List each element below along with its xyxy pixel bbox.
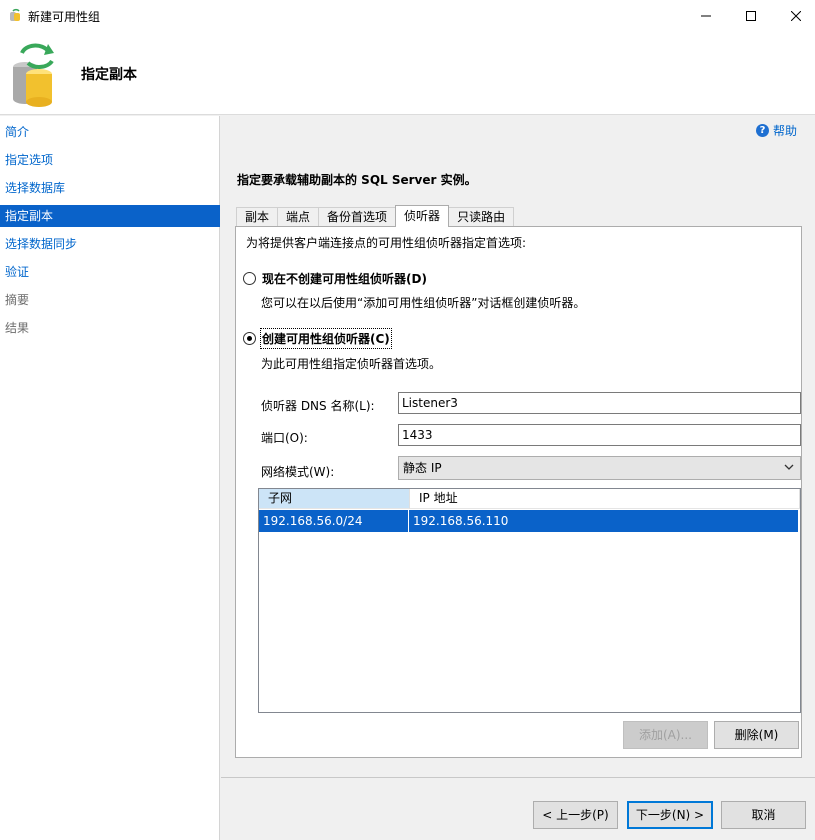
table-row[interactable]: 192.168.56.0/24 192.168.56.110 bbox=[259, 510, 798, 532]
cancel-button[interactable]: 取消 bbox=[721, 801, 806, 829]
previous-button[interactable]: < 上一步(P) bbox=[533, 801, 618, 829]
tab-endpoints[interactable]: 端点 bbox=[277, 207, 320, 227]
tab-readonly-routing[interactable]: 只读路由 bbox=[448, 207, 515, 227]
wizard-header: 指定副本 bbox=[0, 31, 815, 115]
wizard-nav: 简介 指定选项 选择数据库 指定副本 选择数据同步 验证 摘要 结果 bbox=[0, 116, 220, 840]
title-bar: 新建可用性组 bbox=[0, 0, 815, 31]
nav-item-validation[interactable]: 验证 bbox=[0, 261, 220, 283]
tab-backup-preferences[interactable]: 备份首选项 bbox=[318, 207, 397, 227]
maximize-icon bbox=[746, 10, 756, 21]
nav-item-summary: 摘要 bbox=[5, 293, 30, 307]
radio-button[interactable] bbox=[243, 332, 256, 345]
column-header-subnet[interactable]: 子网 bbox=[259, 489, 410, 509]
radio-create-listener-sub: 为此可用性组指定侦听器首选项。 bbox=[261, 357, 442, 371]
radio-no-listener-label: 现在不创建可用性组侦听器(D) bbox=[262, 272, 427, 286]
tab-strip: 副本 端点 备份首选项 侦听器 只读路由 bbox=[236, 205, 515, 227]
footer-divider bbox=[221, 777, 815, 778]
tab-replicas[interactable]: 副本 bbox=[236, 207, 279, 227]
minimize-button[interactable] bbox=[683, 0, 729, 31]
database-sync-icon bbox=[13, 43, 54, 107]
column-header-ip[interactable]: IP 地址 bbox=[410, 489, 800, 509]
app-icon bbox=[10, 8, 20, 21]
maximize-button[interactable] bbox=[728, 0, 774, 31]
nav-item-options[interactable]: 指定选项 bbox=[0, 149, 220, 171]
window-title: 新建可用性组 bbox=[28, 10, 101, 24]
listener-panel: 为将提供客户端连接点的可用性组侦听器指定首选项: 现在不创建可用性组侦听器(D)… bbox=[235, 226, 802, 758]
help-label: 帮助 bbox=[772, 124, 797, 138]
remove-button[interactable]: 删除(M) bbox=[714, 721, 799, 749]
listener-description: 为将提供客户端连接点的可用性组侦听器指定首选项: bbox=[246, 236, 527, 250]
nav-item-results: 结果 bbox=[5, 321, 30, 335]
instruction-text: 指定要承载辅助副本的 SQL Server 实例。 bbox=[237, 173, 477, 187]
radio-no-listener-sub: 您可以在以后使用“添加可用性组侦听器”对话框创建侦听器。 bbox=[261, 296, 586, 310]
radio-create-listener-label: 创建可用性组侦听器(C) bbox=[260, 328, 392, 349]
dns-name-label: 侦听器 DNS 名称(L): bbox=[261, 399, 375, 413]
next-button[interactable]: 下一步(N) > bbox=[627, 801, 713, 829]
dns-name-input[interactable] bbox=[398, 392, 801, 414]
port-label: 端口(O): bbox=[261, 431, 308, 445]
radio-no-listener[interactable]: 现在不创建可用性组侦听器(D) bbox=[243, 270, 427, 287]
add-button[interactable]: 添加(A)... bbox=[623, 721, 708, 749]
minimize-icon bbox=[701, 15, 711, 16]
cell-ip: 192.168.56.110 bbox=[413, 514, 509, 528]
grid-header: 子网 IP 地址 bbox=[259, 489, 800, 509]
network-mode-select[interactable]: 静态 IP bbox=[398, 456, 801, 480]
radio-button[interactable] bbox=[243, 272, 256, 285]
nav-item-replicas[interactable]: 指定副本 bbox=[0, 205, 220, 227]
nav-item-intro[interactable]: 简介 bbox=[0, 121, 220, 143]
nav-item-databases[interactable]: 选择数据库 bbox=[0, 177, 220, 199]
nav-item-data-sync[interactable]: 选择数据同步 bbox=[0, 233, 220, 255]
cell-subnet: 192.168.56.0/24 bbox=[259, 510, 409, 532]
chevron-down-icon bbox=[784, 464, 794, 470]
close-icon bbox=[791, 10, 801, 21]
radio-create-listener[interactable]: 创建可用性组侦听器(C) bbox=[243, 328, 392, 349]
network-mode-value: 静态 IP bbox=[403, 461, 442, 475]
tab-listener[interactable]: 侦听器 bbox=[395, 205, 450, 227]
network-mode-label: 网络模式(W): bbox=[261, 465, 335, 479]
help-link[interactable]: ? 帮助 bbox=[755, 122, 797, 139]
subnet-grid: 子网 IP 地址 192.168.56.0/24 192.168.56.110 bbox=[258, 488, 801, 713]
port-input[interactable] bbox=[398, 424, 801, 446]
close-button[interactable] bbox=[773, 0, 815, 31]
page-title: 指定副本 bbox=[81, 67, 137, 83]
help-icon: ? bbox=[755, 124, 769, 137]
wizard-content: ? 帮助 指定要承载辅助副本的 SQL Server 实例。 副本 端点 备份首… bbox=[221, 116, 815, 840]
